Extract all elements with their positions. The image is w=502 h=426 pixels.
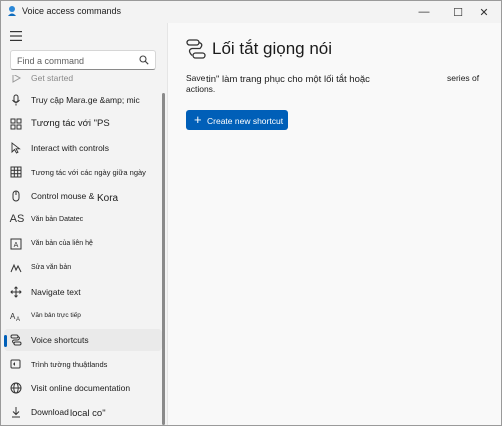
sidebar-item-label: Visit online documentation [31, 383, 131, 393]
sidebar-item-label: Sửa văn bản [31, 264, 72, 271]
sidebar-item-label: Trình tường thuậtlands [31, 360, 108, 369]
handwriting-icon [10, 262, 22, 274]
description-part: Save [186, 73, 206, 83]
sidebar-item-online-docs[interactable]: Visit online documentation [4, 377, 162, 399]
title-bar: Voice access commands — ☐ ✕ [1, 1, 501, 23]
move-icon [10, 286, 22, 298]
search-icon[interactable] [139, 55, 149, 65]
sidebar-item-text-box[interactable]: A Văn bản của liên hệ [4, 233, 162, 255]
sidebar-scrollbar[interactable] [162, 93, 165, 425]
sidebar-item-label: Download [31, 407, 69, 417]
description-part: actions. [186, 84, 216, 94]
close-button[interactable]: ✕ [467, 1, 501, 23]
page-title: Lối tắt giọng nói [212, 39, 333, 58]
sidebar-item-label-extra: local co" [70, 408, 106, 419]
cursor-icon [10, 142, 22, 154]
sidebar-item-label-extra: Kora [97, 193, 119, 204]
create-shortcut-button[interactable]: + Create new shortcut [186, 110, 288, 130]
play-icon [10, 75, 22, 84]
main-content: Lối tắt giọng nói Save tin" làm trang ph… [167, 23, 501, 425]
download-icon [10, 406, 22, 418]
search-input[interactable] [17, 54, 135, 67]
narrator-icon [10, 358, 22, 370]
sidebar-item-voice-shortcuts[interactable]: Voice shortcuts [4, 329, 162, 351]
sidebar-item-label: Truy cập Mara.ge &amp; mic [31, 95, 140, 105]
sidebar-item-label: Văn bản trực tiếp [31, 312, 81, 319]
sidebar-item-download[interactable]: Download local co" [4, 401, 162, 423]
svg-text:A: A [14, 242, 19, 249]
create-shortcut-label: Create new shortcut [207, 116, 284, 126]
description-part: series of [447, 73, 480, 83]
sidebar-item-label: Tương tác với các ngày giữa ngày [31, 168, 146, 177]
svg-text:A: A [16, 317, 20, 322]
sidebar-item-label: Navigate text [31, 287, 81, 297]
text-box-icon: A [10, 238, 22, 250]
grid-icon [10, 166, 22, 178]
active-indicator [4, 335, 7, 347]
sidebar: Get started Truy cập Mara.ge &amp; mic T… [1, 23, 167, 425]
sidebar-item-label: Interact with controls [31, 143, 109, 153]
shortcuts-icon [10, 334, 22, 346]
mouse-icon [10, 190, 22, 202]
command-nav: Get started Truy cập Mara.ge &amp; mic T… [1, 75, 163, 425]
sidebar-item-label: Văn bản Datatec [31, 216, 84, 223]
text-dictation-icon: AS [9, 213, 25, 225]
shortcuts-icon [186, 39, 206, 59]
sidebar-item-label: Voice shortcuts [31, 335, 89, 345]
globe-icon [10, 382, 22, 394]
sidebar-item-grid[interactable]: Tương tác với các ngày giữa ngày [4, 161, 162, 183]
window-title: Voice access commands [22, 6, 122, 16]
sidebar-item-label: Control mouse & [31, 191, 95, 201]
apps-icon [10, 118, 22, 130]
sidebar-item-interact-controls[interactable]: Interact with controls [4, 137, 162, 159]
sidebar-item-format-text[interactable]: AA Văn bản trực tiếp [4, 305, 162, 327]
sidebar-item-narrator[interactable]: Trình tường thuậtlands [4, 353, 162, 375]
search-box [10, 50, 156, 70]
sidebar-item-navigate-text[interactable]: Navigate text [4, 281, 162, 303]
sidebar-item-dictation[interactable]: AS Văn bản Datatec [4, 209, 162, 231]
sidebar-item-label: Văn bản của liên hệ [31, 240, 93, 247]
sidebar-item-apps[interactable]: Tương tác với "PS [4, 113, 162, 135]
plus-icon: + [194, 112, 202, 127]
text-format-icon: AA [10, 310, 22, 322]
sidebar-item-label: Get started [31, 75, 74, 83]
sidebar-item-get-started[interactable]: Get started [4, 75, 162, 89]
voice-access-app-icon [8, 6, 16, 16]
app-window: Voice access commands — ☐ ✕ Get started [0, 0, 502, 426]
description-part: tin" làm trang phục cho một lối tắt hoặc [206, 74, 370, 85]
sidebar-item-label: Tương tác với "PS [31, 118, 110, 129]
microphone-icon [10, 94, 22, 106]
sidebar-item-edit-text[interactable]: Sửa văn bản [4, 257, 162, 279]
hamburger-menu-icon[interactable] [10, 31, 22, 41]
sidebar-item-microphone[interactable]: Truy cập Mara.ge &amp; mic [4, 89, 162, 111]
minimize-button[interactable]: — [407, 1, 441, 23]
sidebar-item-mouse-keyboard[interactable]: Control mouse & Kora [4, 185, 162, 207]
